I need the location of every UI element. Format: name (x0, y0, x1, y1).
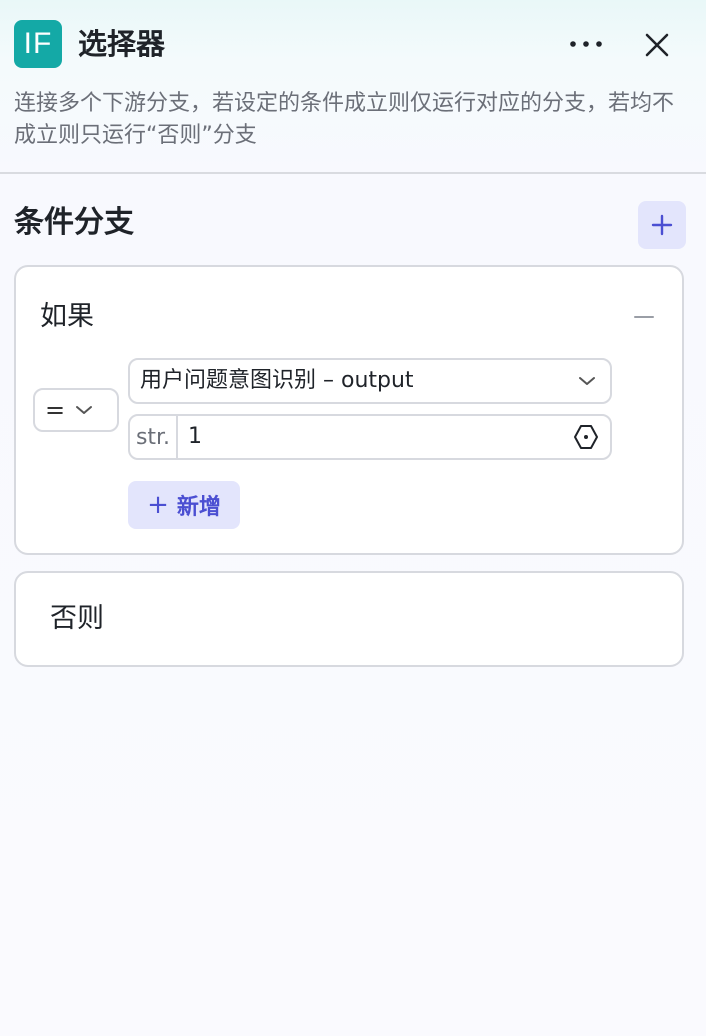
more-button[interactable] (562, 26, 610, 62)
more-icon (570, 41, 602, 47)
minus-icon (634, 316, 654, 318)
operator-value: = (45, 396, 66, 424)
collapse-button[interactable] (628, 301, 660, 333)
section-title: 条件分支 (14, 205, 134, 240)
panel-header: IF 选择器 (0, 0, 706, 88)
panel-title: 选择器 (78, 27, 166, 61)
operator-select[interactable]: = (33, 388, 119, 432)
if-logo-icon: IF (14, 20, 62, 68)
chevron-down-icon (579, 377, 595, 385)
variable-value: 用户问题意图识别 – output (140, 368, 414, 393)
value-input-field[interactable]: str. 1 (128, 414, 612, 460)
value-type-tag[interactable]: str. (130, 416, 178, 458)
value-input[interactable]: 1 (188, 422, 202, 452)
add-condition-label: 新增 (176, 495, 221, 520)
else-label: 否则 (50, 603, 104, 634)
if-label: 如果 (40, 301, 94, 332)
variable-reference-icon[interactable] (572, 423, 600, 451)
add-branch-button[interactable] (638, 201, 686, 249)
variable-select[interactable]: 用户问题意图识别 – output (128, 358, 612, 404)
plus-icon: + (147, 490, 169, 520)
close-button[interactable] (636, 24, 678, 66)
add-condition-button[interactable]: + 新增 (128, 481, 240, 529)
chevron-down-icon (76, 406, 92, 414)
else-branch-card: 否则 (14, 571, 684, 667)
plus-icon (651, 214, 673, 236)
divider (0, 172, 706, 174)
if-branch-card: 如果 = 用户问题意图识别 – output str. 1 + 新增 (14, 265, 684, 555)
close-icon (645, 33, 669, 57)
panel-description: 连接多个下游分支，若设定的条件成立则仅运行对应的分支，若均不成立则只运行“否则”… (14, 91, 675, 148)
